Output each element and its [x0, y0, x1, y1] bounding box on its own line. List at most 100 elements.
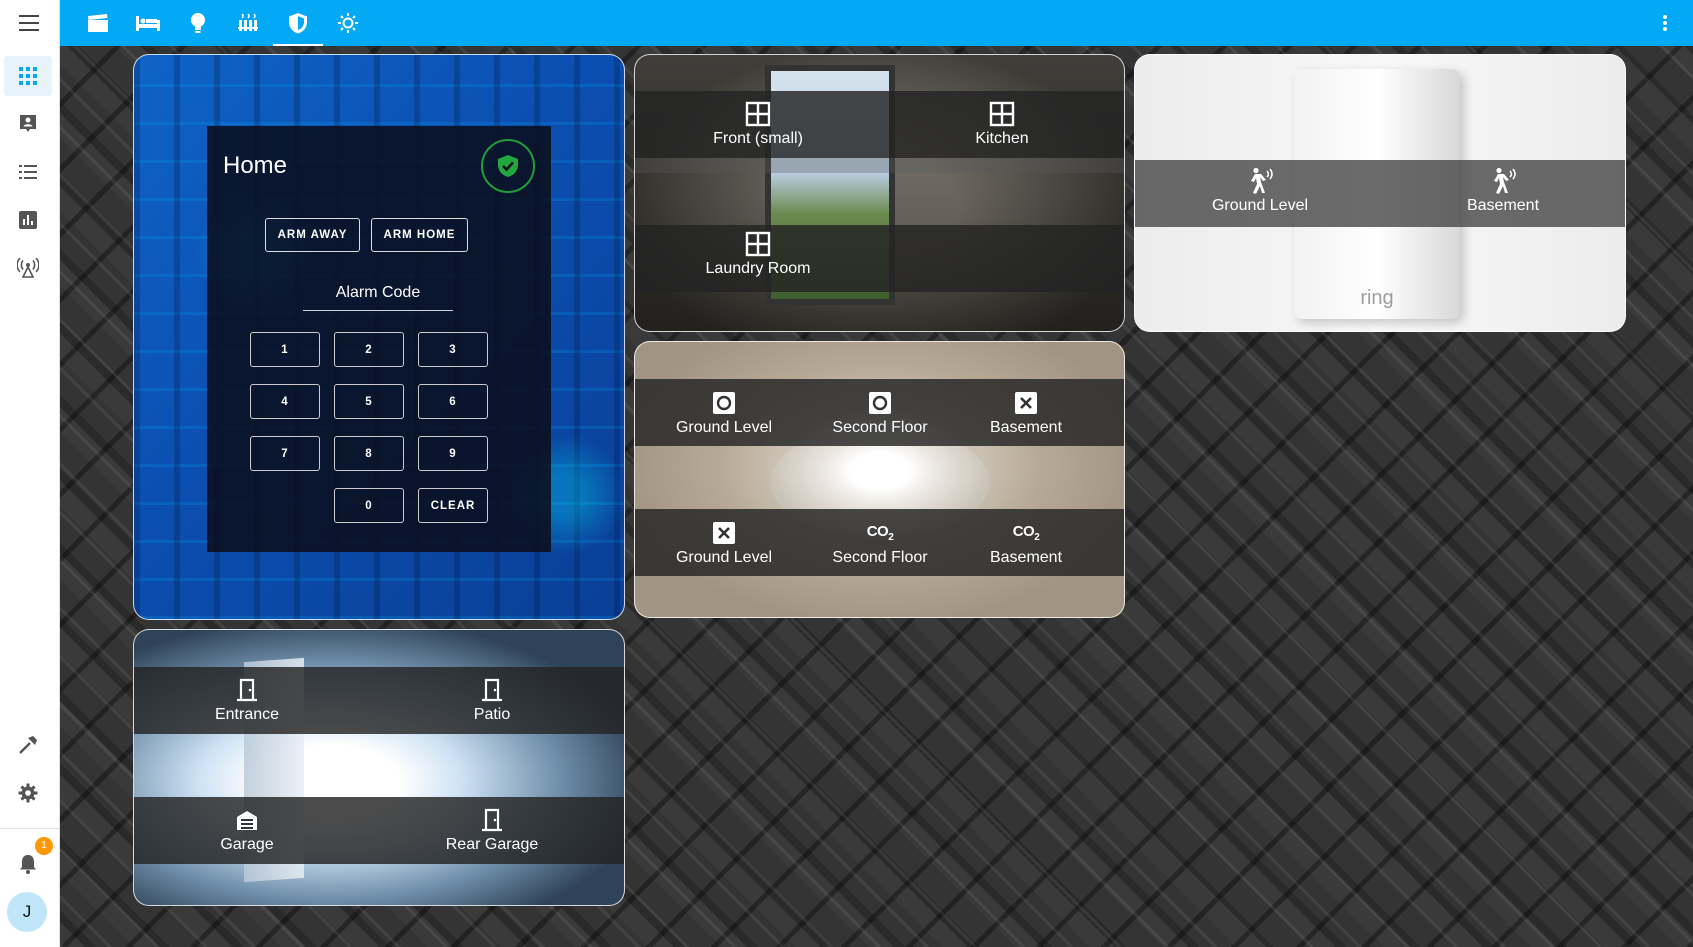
- alarm-state: Home: [223, 152, 288, 179]
- sensor-label: Ground Level: [1211, 197, 1309, 214]
- keypad-key-1[interactable]: 1: [250, 332, 320, 367]
- sidebar-item-people[interactable]: [4, 104, 52, 144]
- chart-icon: [19, 211, 37, 229]
- door-icon: [482, 678, 502, 702]
- motion-walk-icon: [1494, 167, 1516, 194]
- smoke-ok-icon: [713, 392, 735, 414]
- alarm-panel-card: Home ARM AWAY ARM HOME Alarm Code 1 2 3 …: [133, 54, 625, 620]
- door-icon: [237, 678, 257, 702]
- sidebar-divider: [0, 828, 60, 829]
- tab-security[interactable]: [273, 0, 323, 46]
- motion-sensor-basement[interactable]: Basement: [1433, 167, 1573, 215]
- window-icon: [989, 101, 1015, 127]
- keypad-key-3[interactable]: 3: [418, 332, 488, 367]
- window-sensor-kitchen[interactable]: Kitchen: [942, 100, 1062, 148]
- sidebar-item-logbook[interactable]: [4, 152, 52, 192]
- sensor-label: Front (small): [713, 130, 803, 147]
- co-sensor-ground-level[interactable]: Ground Level: [669, 519, 779, 567]
- menu-button[interactable]: [0, 0, 60, 46]
- smoke-sensor-second-floor[interactable]: Second Floor: [815, 389, 945, 437]
- sensor-label: Second Floor: [832, 419, 928, 436]
- keypad-key-2[interactable]: 2: [334, 332, 404, 367]
- tab-bedroom[interactable]: [123, 0, 173, 46]
- arm-away-button[interactable]: ARM AWAY: [265, 218, 360, 252]
- keypad-key-4[interactable]: 4: [250, 384, 320, 419]
- notification-badge: 1: [35, 837, 53, 855]
- sidebar: 1 J: [0, 46, 60, 947]
- shield-check-icon: [498, 155, 518, 177]
- co2-sensor-second-floor[interactable]: CO2 Second Floor: [815, 519, 945, 567]
- tab-scenes[interactable]: [323, 0, 373, 46]
- door-sensor-garage[interactable]: Garage: [192, 806, 302, 854]
- app-toolbar: [0, 0, 1693, 46]
- window-sensor-laundry-room[interactable]: Laundry Room: [698, 230, 818, 278]
- hamburger-menu-icon: [18, 15, 39, 31]
- sensor-label: Second Floor: [832, 549, 928, 566]
- bell-icon: [20, 855, 36, 874]
- window-sensor-front-small[interactable]: Front (small): [698, 100, 818, 148]
- sensor-label: Kitchen: [975, 130, 1029, 147]
- alarm-panel: Home ARM AWAY ARM HOME Alarm Code 1 2 3 …: [207, 126, 551, 552]
- brand-logo: ring: [1360, 287, 1394, 309]
- window-icon: [745, 101, 771, 127]
- sensor-label: Ground Level: [675, 549, 773, 566]
- antenna-icon: [17, 258, 39, 278]
- door-sensor-patio[interactable]: Patio: [437, 676, 547, 724]
- smoke-sensor-ground-level[interactable]: Ground Level: [669, 389, 779, 437]
- smoke-sensor-basement[interactable]: Basement: [961, 389, 1091, 437]
- arm-home-button[interactable]: ARM HOME: [371, 218, 468, 252]
- sidebar-item-notifications[interactable]: 1: [4, 837, 53, 884]
- door-sensor-entrance[interactable]: Entrance: [192, 676, 302, 724]
- sensor-label: Basement: [989, 549, 1063, 566]
- sidebar-item-developer-tools[interactable]: [4, 725, 52, 765]
- movie-clapper-icon: [88, 14, 108, 32]
- co2-sensor-basement[interactable]: CO2 Basement: [961, 519, 1091, 567]
- keypad-key-6[interactable]: 6: [418, 384, 488, 419]
- keypad-key-5[interactable]: 5: [334, 384, 404, 419]
- co2-icon: CO2: [1012, 523, 1040, 543]
- window-sensors-card: Front (small) Kitchen Laundry Room: [634, 54, 1125, 332]
- sensor-label: Basement: [989, 419, 1063, 436]
- keypad-key-8[interactable]: 8: [334, 436, 404, 471]
- smoke-ok-icon: [869, 392, 891, 414]
- lightbulb-icon: [191, 13, 205, 33]
- sidebar-item-history[interactable]: [4, 200, 52, 240]
- sensor-row-gap: [635, 158, 1124, 173]
- alarm-status-badge: [481, 139, 535, 193]
- avatar[interactable]: J: [7, 892, 47, 932]
- motion-sensor-ground-level[interactable]: Ground Level: [1190, 167, 1330, 215]
- door-sensor-rear-garage[interactable]: Rear Garage: [427, 806, 557, 854]
- more-vertical-icon: [1663, 15, 1667, 31]
- keypad-key-9[interactable]: 9: [418, 436, 488, 471]
- sidebar-item-zigbee[interactable]: [4, 248, 52, 288]
- co2-icon: CO2: [866, 523, 894, 543]
- sensor-label: Entrance: [214, 706, 280, 723]
- door-sensors-card: Entrance Patio Garage Rear Garage: [133, 629, 625, 906]
- sun-icon: [338, 13, 358, 33]
- sensor-label: Patio: [473, 706, 511, 723]
- radiator-icon: [238, 13, 258, 31]
- co-alert-icon: [713, 522, 735, 544]
- account-box-icon: [20, 115, 36, 132]
- sidebar-item-overview[interactable]: [4, 56, 52, 96]
- keypad-key-0[interactable]: 0: [334, 488, 404, 523]
- garage-icon: [237, 811, 257, 830]
- grid-dashboard-icon: [19, 67, 37, 85]
- tab-lights[interactable]: [173, 0, 223, 46]
- shield-icon: [289, 13, 307, 34]
- overflow-menu-button[interactable]: [1653, 0, 1677, 46]
- smoke-co-sensors-card: Ground Level Second Floor Basement Groun…: [634, 341, 1125, 618]
- bed-icon: [136, 16, 160, 31]
- tab-climate[interactable]: [223, 0, 273, 46]
- alarm-code-underline: [303, 310, 453, 311]
- hammer-icon: [19, 736, 37, 754]
- alarm-code-field[interactable]: Alarm Code: [303, 284, 453, 302]
- sensor-label: Laundry Room: [705, 260, 811, 277]
- list-icon: [19, 165, 37, 179]
- keypad-clear-button[interactable]: CLEAR: [418, 488, 488, 523]
- tab-media[interactable]: [73, 0, 123, 46]
- window-icon: [745, 231, 771, 257]
- sidebar-item-settings[interactable]: [4, 773, 52, 813]
- sensor-label: Rear Garage: [445, 836, 539, 853]
- keypad-key-7[interactable]: 7: [250, 436, 320, 471]
